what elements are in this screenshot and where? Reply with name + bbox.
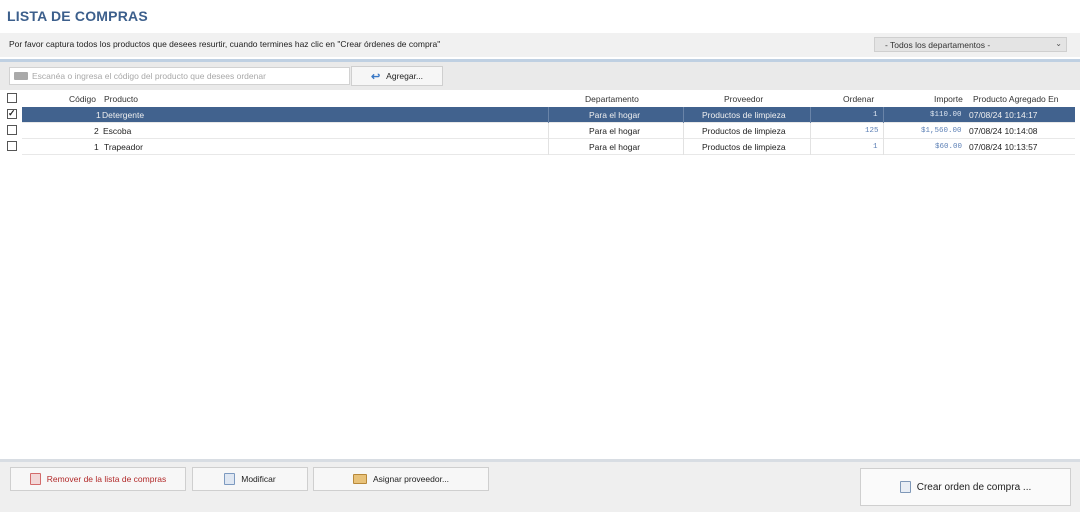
cell-product: Detergente: [102, 110, 145, 120]
assign-supplier-button[interactable]: Asignar proveedor...: [313, 467, 489, 491]
column-header-amount[interactable]: Importe: [934, 94, 963, 104]
page-title: LISTA DE COMPRAS: [7, 8, 148, 24]
table-row[interactable]: 1 Trapeador Para el hogar Productos de l…: [3, 139, 1077, 155]
row-body: 2 Escoba Para el hogar Productos de limp…: [22, 123, 1075, 139]
department-select[interactable]: - Todos los departamentos - ⌄: [874, 37, 1067, 52]
row-checkbox[interactable]: [7, 141, 17, 151]
search-input[interactable]: [32, 70, 347, 82]
cell-department: Para el hogar: [589, 142, 641, 152]
column-divider: [810, 139, 811, 155]
cell-supplier: Productos de limpieza: [702, 110, 786, 120]
select-all-checkbox[interactable]: [7, 93, 17, 103]
instruction-text: Por favor captura todos los productos qu…: [9, 39, 441, 49]
cell-order: 1: [873, 111, 878, 119]
action-bar: Remover de la lista de compras Modificar…: [0, 462, 1080, 512]
column-divider: [683, 123, 684, 139]
add-button-label: Agregar...: [386, 71, 424, 81]
modify-button[interactable]: Modificar: [192, 467, 308, 491]
column-divider: [883, 123, 884, 139]
column-divider: [810, 123, 811, 139]
remove-button[interactable]: Remover de la lista de compras: [10, 467, 186, 491]
column-divider: [548, 139, 549, 155]
cell-code: 2: [94, 126, 99, 136]
chevron-down-icon: ⌄: [1055, 39, 1062, 48]
cell-code: 1: [96, 110, 101, 120]
toolbar: ↩ Agregar...: [0, 62, 1080, 90]
table-row[interactable]: 1 Detergente Para el hogar Productos de …: [3, 107, 1077, 123]
add-button[interactable]: ↩ Agregar...: [351, 66, 443, 86]
create-button-label: Crear orden de compra ...: [916, 481, 1032, 493]
column-header-supplier[interactable]: Proveedor: [724, 94, 763, 104]
arrow-left-icon: ↩: [370, 70, 381, 83]
cell-product: Trapeador: [104, 142, 143, 152]
edit-icon: [224, 473, 236, 485]
truck-icon: [352, 474, 367, 484]
cell-added: 07/08/24 10:14:08: [969, 126, 1038, 136]
assign-button-label: Asignar proveedor...: [372, 474, 450, 484]
row-checkbox[interactable]: [7, 125, 17, 135]
cell-department: Para el hogar: [589, 110, 641, 120]
column-header-order[interactable]: Ordenar: [843, 94, 874, 104]
cell-amount: $1,560.00: [921, 127, 962, 135]
column-header-code[interactable]: Código: [69, 94, 96, 104]
column-header-department[interactable]: Departamento: [585, 94, 639, 104]
cell-code: 1: [94, 142, 99, 152]
create-order-button[interactable]: Crear orden de compra ...: [860, 468, 1071, 506]
row-body: 1 Detergente Para el hogar Productos de …: [22, 107, 1075, 123]
delete-list-icon: [29, 473, 41, 485]
column-header-added[interactable]: Producto Agregado En: [973, 94, 1059, 104]
cell-order: 1: [873, 143, 878, 151]
clipboard-icon: [899, 481, 911, 493]
row-checkbox[interactable]: [7, 108, 17, 119]
table-header: Código Producto Departamento Proveedor O…: [3, 90, 1077, 106]
department-select-value: - Todos los departamentos -: [885, 40, 991, 50]
column-header-product[interactable]: Producto: [104, 94, 138, 104]
cell-added: 07/08/24 10:14:17: [969, 110, 1038, 120]
cell-order: 125: [865, 127, 879, 135]
column-divider: [548, 123, 549, 139]
column-divider: [683, 107, 684, 123]
cell-amount: $110.00: [930, 111, 962, 119]
column-divider: [683, 139, 684, 155]
column-divider: [883, 107, 884, 123]
remove-button-label: Remover de la lista de compras: [46, 474, 167, 484]
column-divider: [883, 139, 884, 155]
search-box[interactable]: [9, 67, 350, 85]
modify-button-label: Modificar: [241, 474, 276, 484]
products-table: Código Producto Departamento Proveedor O…: [3, 90, 1077, 455]
column-divider: [810, 107, 811, 123]
cell-supplier: Productos de limpieza: [702, 142, 786, 152]
cell-product: Escoba: [103, 126, 132, 136]
column-divider: [548, 107, 549, 123]
cell-supplier: Productos de limpieza: [702, 126, 786, 136]
cell-added: 07/08/24 10:13:57: [969, 142, 1038, 152]
cell-department: Para el hogar: [589, 126, 641, 136]
cell-amount: $60.00: [935, 143, 963, 151]
row-body: 1 Trapeador Para el hogar Productos de l…: [22, 139, 1075, 155]
table-row[interactable]: 2 Escoba Para el hogar Productos de limp…: [3, 123, 1077, 139]
keyboard-icon: [14, 72, 28, 80]
